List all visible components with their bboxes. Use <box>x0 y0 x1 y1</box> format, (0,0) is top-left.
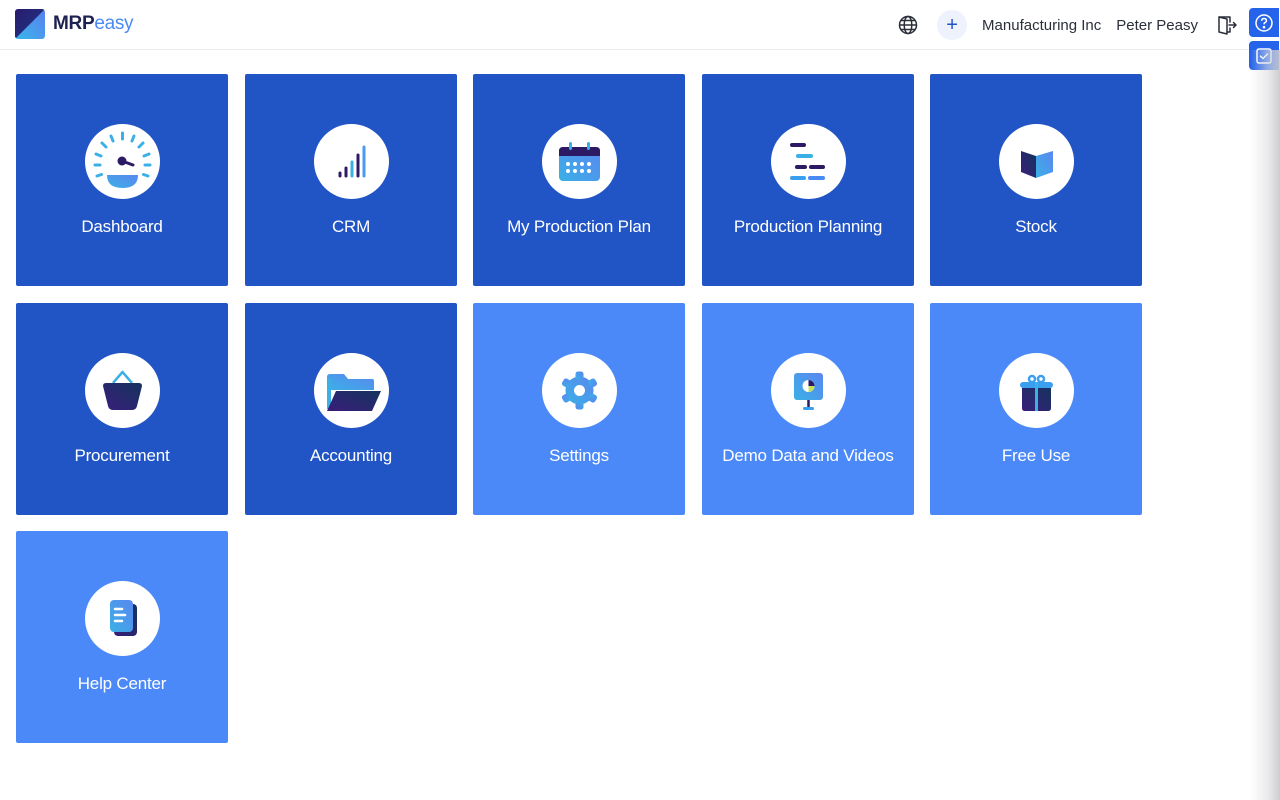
tile-icon-circle <box>998 353 1074 428</box>
tile-icon-circle <box>84 353 160 428</box>
folder-icon <box>326 374 381 411</box>
logout-button[interactable] <box>1216 14 1238 36</box>
tile-icon-circle <box>770 353 846 428</box>
box-icon <box>1020 151 1053 178</box>
tile-icon-circle <box>84 581 160 656</box>
gift-icon <box>1019 374 1053 411</box>
tile-icon-circle <box>313 124 389 199</box>
tile-icon-circle <box>998 124 1074 199</box>
speedometer-icon <box>93 131 151 188</box>
help-tab[interactable] <box>1249 8 1279 37</box>
tile-label: Accounting <box>309 446 393 465</box>
top-right-controls: + Manufacturing Inc Peter Peasy <box>896 0 1280 50</box>
tile-label: Demo Data and Videos <box>722 446 894 465</box>
tile-icon-circle <box>770 124 846 199</box>
calendar-icon <box>558 142 600 181</box>
tile-demo-data-and-videos[interactable]: Demo Data and Videos <box>702 303 914 515</box>
gantt-icon <box>789 143 825 180</box>
company-name[interactable]: Manufacturing Inc <box>982 17 1101 34</box>
plus-icon: + <box>946 14 958 36</box>
globe-icon <box>898 15 918 35</box>
logo-brand-light: easy <box>94 13 134 34</box>
tile-label: Help Center <box>77 674 167 693</box>
basket-icon <box>102 370 142 410</box>
tile-icon-circle <box>313 353 389 428</box>
question-circle-icon <box>1255 13 1273 32</box>
tile-label: CRM <box>331 217 371 236</box>
tile-label: My Production Plan <box>507 217 651 236</box>
page-scrollbar[interactable] <box>1250 50 1280 800</box>
tile-stock[interactable]: Stock <box>930 74 1142 286</box>
tile-icon-circle <box>541 353 617 428</box>
tile-settings[interactable]: Settings <box>473 303 685 515</box>
tile-production-planning[interactable]: Production Planning <box>702 74 914 286</box>
tile-dashboard[interactable]: Dashboard <box>16 74 228 286</box>
tile-accounting[interactable]: Accounting <box>245 303 457 515</box>
presentation-icon <box>793 373 823 410</box>
tile-label: Dashboard <box>81 217 163 236</box>
tile-label: Stock <box>1015 217 1057 236</box>
user-name[interactable]: Peter Peasy <box>1116 17 1198 34</box>
tile-label: Procurement <box>74 446 170 465</box>
tile-icon-circle <box>541 124 617 199</box>
tile-label: Settings <box>549 446 609 465</box>
bar-signal-icon <box>338 145 365 178</box>
tile-crm[interactable]: CRM <box>245 74 457 286</box>
tile-label: Production Planning <box>733 217 883 236</box>
logo-text: MRPeasy <box>53 9 134 39</box>
tile-icon-circle <box>84 124 160 199</box>
top-bar: MRPeasy + Manufacturing Inc Peter Peasy <box>0 0 1280 50</box>
tile-help-center[interactable]: Help Center <box>16 531 228 743</box>
logo-brand-bold: MRP <box>53 13 95 34</box>
document-icon <box>109 600 137 636</box>
mrpeasy-logo[interactable]: MRPeasy <box>15 9 134 39</box>
tile-my-production-plan[interactable]: My Production Plan <box>473 74 685 286</box>
tile-free-use[interactable]: Free Use <box>930 303 1142 515</box>
tile-procurement[interactable]: Procurement <box>16 303 228 515</box>
tile-label: Free Use <box>1001 446 1071 465</box>
language-button[interactable] <box>896 13 920 37</box>
logo-mark-icon <box>15 9 45 39</box>
logout-icon <box>1218 16 1237 35</box>
quick-add-button[interactable]: + <box>937 10 968 40</box>
gear-icon <box>561 371 597 410</box>
